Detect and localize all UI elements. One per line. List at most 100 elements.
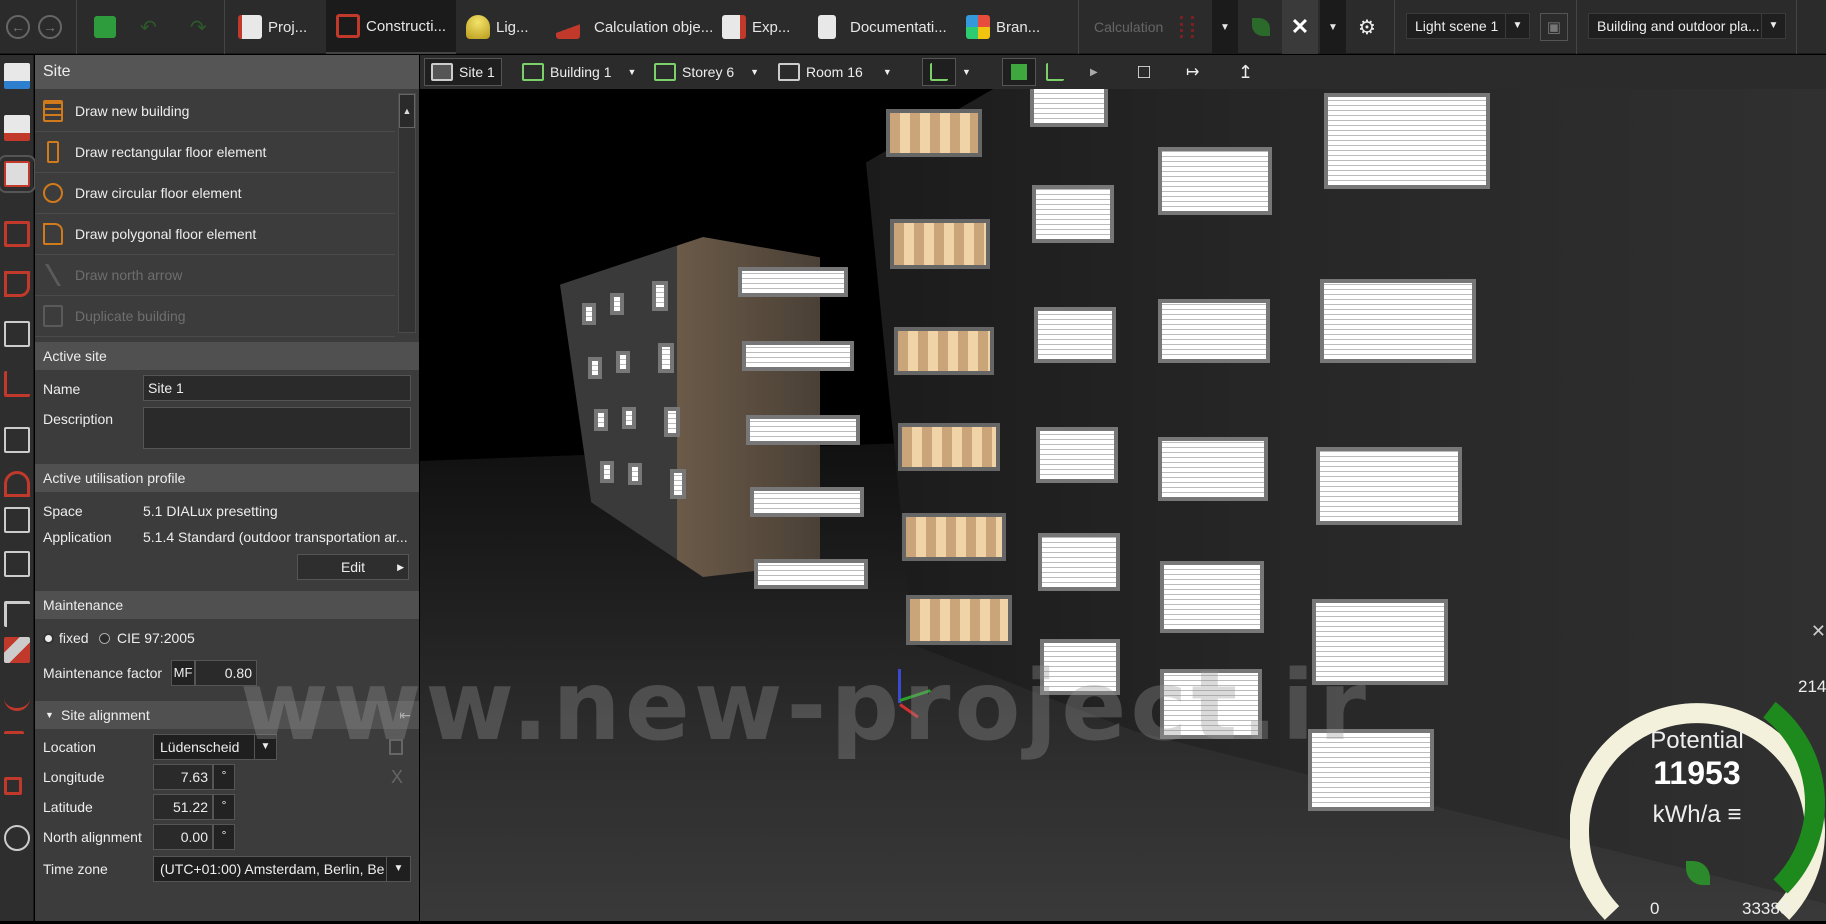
tab-construction[interactable]: Constructi... (326, 0, 457, 54)
latitude-field[interactable]: 51.22 (153, 794, 213, 820)
back-icon[interactable]: ← (6, 15, 30, 39)
duplicate-icon (43, 305, 63, 327)
building-window (664, 407, 680, 437)
chevron-down-icon: ▼ (627, 67, 637, 77)
ceiling-tool-icon[interactable] (4, 507, 30, 533)
ifc-import-icon[interactable] (4, 115, 30, 141)
wall-tool-icon[interactable] (4, 371, 30, 397)
dwg-import-icon[interactable] (4, 63, 30, 89)
zoom-extents-icon[interactable]: □ (1138, 58, 1150, 86)
marker-tool-icon[interactable] (4, 777, 22, 795)
scroll-up-icon[interactable]: ▲ (399, 94, 415, 128)
forward-icon[interactable]: → (38, 15, 62, 39)
calculation-mode-icon[interactable] (1180, 0, 1194, 54)
floor-plan-toggle[interactable] (922, 58, 956, 86)
tab-light[interactable]: Lig... (466, 0, 529, 54)
mf-prefix: MF (171, 660, 195, 686)
calculation-dropdown-icon[interactable]: ▼ (1212, 0, 1238, 54)
building-window (588, 357, 602, 379)
building-window (746, 415, 860, 445)
more-views-icon[interactable]: ▶ (1090, 58, 1098, 86)
building-window (594, 409, 608, 431)
tab-documentation[interactable]: Documentati... (818, 0, 947, 54)
building-window (754, 559, 868, 589)
duplicate-building-button[interactable]: Duplicate building (35, 296, 395, 337)
stairs-tool-icon[interactable] (4, 601, 30, 627)
gauge-value: 11953 (1653, 755, 1741, 791)
settings-gear-icon[interactable]: ⚙ (1358, 0, 1376, 54)
undo-icon[interactable]: ↶ (140, 0, 157, 54)
building-window (628, 463, 642, 485)
north-arrow-icon (43, 264, 63, 286)
measure-distance-icon[interactable]: ↦ (1186, 58, 1199, 86)
latitude-label: Latitude (43, 799, 93, 815)
energy-potential-gauge[interactable]: Potential 11953 kWh/a ≡ 0 33383 214 (1569, 655, 1826, 921)
site-tool-icon[interactable] (0, 155, 36, 193)
view-navigation-bar: Site 1 Building 1 ▼ Storey 6 ▼ Room 16 ▼… (420, 55, 1826, 89)
storey-selector[interactable]: Storey 6 ▼ (654, 58, 759, 86)
room-selector[interactable]: Room 16 ▼ (778, 58, 892, 86)
north-alignment-field[interactable]: 0.00 (153, 824, 213, 850)
cancel-calculation-icon[interactable]: ✕ (1282, 0, 1318, 54)
l-shape-view-icon[interactable] (1046, 58, 1064, 86)
documentation-icon (818, 15, 836, 39)
cie-label: CIE 97:2005 (117, 630, 195, 646)
measure-height-icon[interactable]: ↥ (1238, 58, 1253, 86)
building-window (610, 293, 624, 315)
cut-tool-icon[interactable] (4, 731, 24, 757)
storey-icon (654, 63, 676, 81)
redo-icon[interactable]: ↷ (190, 0, 207, 54)
site-selector[interactable]: Site 1 (424, 58, 502, 86)
tab-calculation-objects[interactable]: Calculation obje... (556, 0, 713, 54)
light-scene-select[interactable]: Light scene 1 ▼ (1406, 13, 1530, 39)
furniture-tool-icon[interactable] (4, 637, 30, 663)
site-panel: Site Draw new building Draw rectangular … (35, 55, 419, 921)
menu-scrollbar[interactable]: ▲ (398, 93, 416, 333)
edit-button[interactable]: Edit ▶ (297, 554, 409, 580)
fixed-label: fixed (59, 630, 89, 646)
floor-tool-icon[interactable] (4, 551, 30, 577)
longitude-field[interactable]: 7.63 (153, 764, 213, 790)
display-icon[interactable]: ▣ (1540, 13, 1568, 41)
description-field[interactable] (143, 407, 411, 449)
draw-north-arrow-button[interactable]: Draw north arrow (35, 255, 395, 296)
draw-new-building-button[interactable]: Draw new building (35, 91, 395, 132)
draw-polygonal-floor-button[interactable]: Draw polygonal floor element (35, 214, 395, 255)
save-icon[interactable] (94, 0, 116, 54)
view-mode-select[interactable]: Building and outdoor pla... ▼ (1588, 13, 1786, 39)
draw-circular-floor-button[interactable]: Draw circular floor element (35, 173, 395, 214)
3d-view-toggle[interactable] (1002, 58, 1036, 86)
outline-tool-icon[interactable] (4, 825, 30, 851)
energy-leaf-icon[interactable] (1252, 0, 1270, 54)
building-window (1316, 447, 1462, 525)
close-overlay-icon[interactable]: ✕ (1811, 621, 1826, 642)
cancel-dropdown-icon[interactable]: ▼ (1320, 0, 1346, 54)
rectangle-icon (47, 141, 59, 163)
gauge-max: 33383 (1742, 899, 1790, 918)
building-tool-icon[interactable] (4, 221, 30, 247)
tab-branding[interactable]: Bran... (966, 0, 1040, 54)
opening-tool-icon[interactable] (4, 427, 30, 453)
site-name-field[interactable]: Site 1 (143, 375, 411, 401)
draw-rectangular-floor-button[interactable]: Draw rectangular floor element (35, 132, 395, 173)
tab-project[interactable]: Proj... (238, 0, 307, 54)
curve-tool-icon[interactable] (4, 685, 30, 711)
gauge-menu-icon[interactable]: ≡ (1727, 801, 1741, 828)
building-selector[interactable]: Building 1 ▼ (522, 58, 636, 86)
location-label: Location (43, 739, 96, 755)
fixed-radio[interactable] (43, 633, 54, 644)
time-zone-label: Time zone (43, 861, 108, 877)
chevron-down-icon: ▼ (750, 67, 760, 77)
calculation-button[interactable]: Calculation (1094, 0, 1163, 54)
room-tool-icon[interactable] (4, 321, 30, 347)
tab-export[interactable]: Exp... (722, 0, 790, 54)
clear-icon[interactable]: X (391, 767, 403, 788)
cie-radio[interactable] (99, 633, 110, 644)
building-window (1036, 427, 1118, 483)
floor-plan-dropdown-icon[interactable]: ▼ (962, 58, 971, 86)
space-label: Space (43, 503, 83, 519)
storey-tool-icon[interactable] (4, 271, 30, 297)
construction-icon (336, 14, 360, 38)
time-zone-select[interactable]: (UTC+01:00) Amsterdam, Berlin, Be ▼ (153, 856, 411, 882)
roof-tool-icon[interactable] (4, 471, 30, 497)
